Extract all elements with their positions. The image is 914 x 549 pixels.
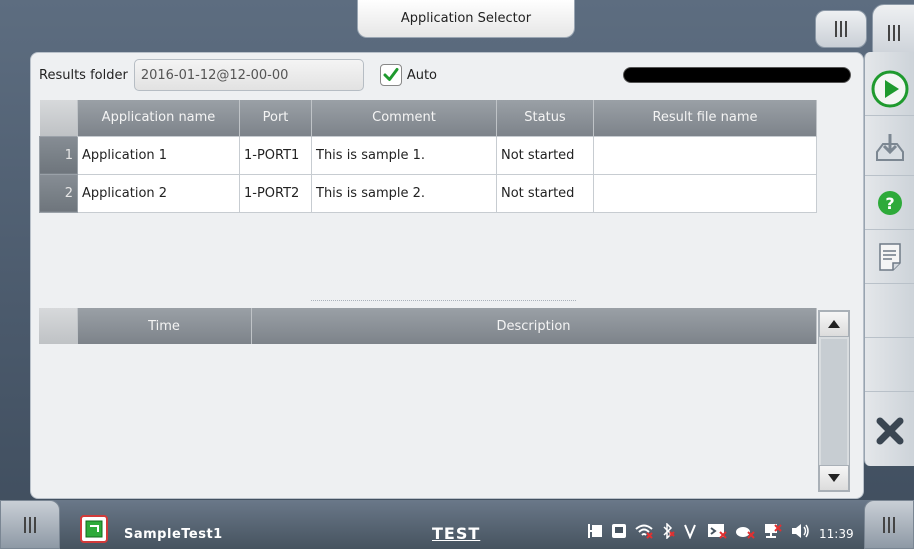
help-button[interactable]: ? xyxy=(865,176,914,230)
triangle-down-icon xyxy=(828,474,840,482)
port-cell[interactable]: 1-PORT2 xyxy=(239,173,312,213)
close-button[interactable] xyxy=(865,404,914,458)
svg-text:?: ? xyxy=(885,194,894,213)
log-header-row: Time Description xyxy=(39,308,817,344)
log-table: Time Description xyxy=(39,308,817,344)
toolbar-slot-empty xyxy=(865,284,914,338)
wifi-icon xyxy=(635,524,653,539)
results-toolbar: Results folder 2016-01-12@12-00-00 Auto xyxy=(39,59,437,91)
terminal-icon xyxy=(708,524,727,539)
right-toolbar: ? xyxy=(864,52,914,466)
bottom-left-handle[interactable] xyxy=(0,500,60,549)
v-signal-icon xyxy=(684,524,696,539)
scroll-up-button[interactable] xyxy=(819,311,849,337)
grip-icon xyxy=(888,25,900,41)
select-all-corner[interactable] xyxy=(39,100,78,136)
comment-cell[interactable]: This is sample 1. xyxy=(311,135,497,175)
grip-icon xyxy=(883,516,895,533)
table-row[interactable]: 2 Application 2 1-PORT2 This is sample 2… xyxy=(39,173,817,213)
network-icon xyxy=(765,524,782,538)
check-icon xyxy=(383,68,399,81)
save-icon xyxy=(876,133,904,161)
play-icon xyxy=(871,70,909,107)
satellite-icon xyxy=(736,527,755,539)
table-header-row: Application name Port Comment Status Res… xyxy=(39,100,817,136)
port-cell[interactable]: 1-PORT1 xyxy=(239,135,312,175)
column-header-time[interactable]: Time xyxy=(77,308,252,344)
help-icon: ? xyxy=(878,190,902,215)
column-header-status[interactable]: Status xyxy=(496,100,594,136)
panel-handle-left[interactable] xyxy=(815,10,867,48)
auto-checkbox[interactable] xyxy=(379,64,402,86)
row-number[interactable]: 1 xyxy=(39,135,78,175)
report-button[interactable] xyxy=(865,230,914,284)
bottom-right-handle[interactable] xyxy=(864,500,914,549)
app-switch-icon[interactable] xyxy=(79,514,109,544)
status-cell: Not started xyxy=(496,135,594,175)
storage-icon xyxy=(612,524,626,538)
main-panel: Results folder 2016-01-12@12-00-00 Auto … xyxy=(30,52,864,499)
window-title: Application Selector xyxy=(400,11,532,26)
row-number[interactable]: 2 xyxy=(39,173,78,213)
auto-label: Auto xyxy=(406,67,437,83)
scroll-track[interactable] xyxy=(821,339,847,465)
application-name-cell[interactable]: Application 1 xyxy=(77,135,240,175)
grip-icon xyxy=(835,21,847,37)
progress-bar xyxy=(623,67,851,83)
table-row[interactable]: 1 Application 1 1-PORT1 This is sample 1… xyxy=(39,135,817,175)
grip-icon xyxy=(24,516,36,533)
window-title-tab: Application Selector xyxy=(357,0,575,38)
log-scrollbar[interactable] xyxy=(818,310,850,492)
triangle-up-icon xyxy=(828,320,840,328)
power-plug-icon xyxy=(588,524,602,538)
pane-splitter[interactable] xyxy=(311,300,576,302)
column-header-application-name[interactable]: Application name xyxy=(77,100,240,136)
application-name-cell[interactable]: Application 2 xyxy=(77,173,240,213)
close-icon xyxy=(876,417,904,445)
save-button[interactable] xyxy=(865,122,914,176)
status-cell: Not started xyxy=(496,173,594,213)
scroll-down-button[interactable] xyxy=(819,465,849,491)
result-file-cell xyxy=(593,173,817,213)
column-header-result-file-name[interactable]: Result file name xyxy=(593,100,817,136)
speaker-icon xyxy=(792,524,809,538)
results-folder-value: 2016-01-12@12-00-00 xyxy=(140,67,289,83)
application-name: SampleTest1 xyxy=(124,527,223,542)
report-icon xyxy=(879,242,901,271)
comment-cell[interactable]: This is sample 2. xyxy=(311,173,497,213)
results-folder-label: Results folder xyxy=(39,67,128,83)
column-header-port[interactable]: Port xyxy=(239,100,312,136)
application-table: Application name Port Comment Status Res… xyxy=(39,100,817,213)
column-header-comment[interactable]: Comment xyxy=(311,100,497,136)
system-tray xyxy=(587,522,811,540)
start-button[interactable] xyxy=(865,62,914,116)
result-file-cell xyxy=(593,135,817,175)
column-header-description[interactable]: Description xyxy=(251,308,817,344)
results-folder-field[interactable]: 2016-01-12@12-00-00 xyxy=(133,59,364,91)
toolbar-slot-empty xyxy=(865,338,914,392)
bluetooth-icon xyxy=(663,523,675,539)
log-corner[interactable] xyxy=(39,308,78,344)
mode-label[interactable]: TEST xyxy=(432,524,480,543)
clock: 11:39 xyxy=(819,527,854,541)
